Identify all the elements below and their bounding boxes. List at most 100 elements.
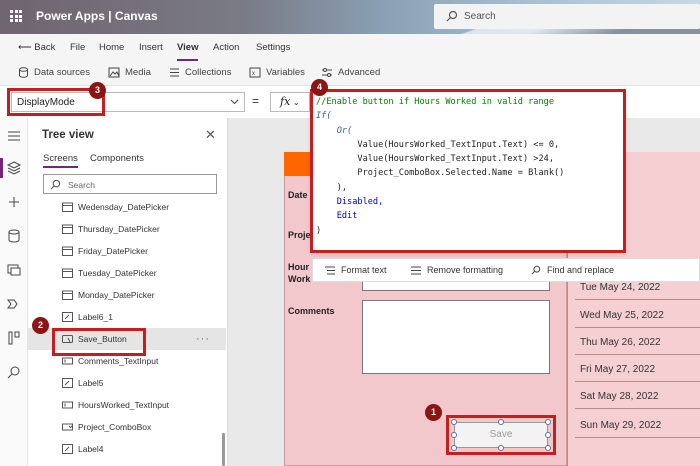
- add-icon[interactable]: [6, 194, 22, 210]
- data-sources-button[interactable]: Data sources: [18, 67, 90, 78]
- format-text-icon: [325, 266, 335, 274]
- callout-badge-3: 3: [89, 82, 106, 99]
- remove-formatting-label: Remove formatting: [427, 265, 504, 275]
- tree-item-project-combobox[interactable]: Project_ComboBox: [28, 416, 226, 438]
- tree-item-label: Label5: [78, 378, 104, 388]
- search-rail-icon[interactable]: [6, 364, 22, 380]
- comments-input[interactable]: [362, 300, 550, 374]
- tree-item-label: Label6_1: [78, 312, 113, 322]
- advanced-button[interactable]: Advanced: [321, 67, 380, 78]
- label-icon: [62, 378, 73, 388]
- more-options-icon[interactable]: ···: [196, 333, 210, 345]
- global-search-placeholder: Search: [464, 11, 496, 22]
- tree-item-label: Tuesday_DatePicker: [78, 268, 157, 278]
- tree-item-label: Label4: [78, 444, 104, 454]
- tree-search-input[interactable]: Search: [43, 174, 217, 194]
- close-icon[interactable]: ✕: [205, 127, 216, 143]
- remove-formatting-button[interactable]: Remove formatting: [411, 265, 503, 275]
- tree-item-tuesday-datepicker[interactable]: Tuesday_DatePicker: [28, 262, 226, 284]
- find-and-replace-button[interactable]: Find and replace: [531, 265, 614, 275]
- callout-badge-4: 4: [311, 79, 328, 96]
- callout-badge-2: 2: [32, 317, 49, 334]
- date-picker-icon: [62, 202, 73, 212]
- media-button[interactable]: Media: [108, 67, 151, 78]
- tree-item-label4[interactable]: Label4: [28, 438, 226, 460]
- tree-item-label5[interactable]: Label5: [28, 372, 226, 394]
- tree-item-label: Friday_DatePicker: [78, 246, 148, 256]
- gallery-date-item[interactable]: Sun May 29, 2022: [575, 414, 700, 438]
- tree-item-wedensday-datepicker[interactable]: Wedensday_DatePicker: [28, 196, 226, 218]
- hamburger-menu-icon[interactable]: [6, 128, 22, 144]
- tab-screens[interactable]: Screens: [43, 153, 78, 168]
- media-icon: [108, 67, 120, 78]
- tree-item-thursday-datepicker[interactable]: Thursday_DatePicker: [28, 218, 226, 240]
- tree-item-monday-datepicker[interactable]: Monday_DatePicker: [28, 284, 226, 306]
- tools-icon[interactable]: [6, 330, 22, 346]
- gallery-date-item[interactable]: Sat May 28, 2022: [575, 385, 700, 409]
- tree-scrollbar[interactable]: [222, 433, 225, 466]
- text-input-icon: [62, 357, 73, 365]
- tab-components[interactable]: Components: [90, 153, 144, 164]
- project-label: Proje: [288, 230, 311, 240]
- global-search-box[interactable]: Search: [434, 4, 700, 29]
- menu-view[interactable]: View: [177, 42, 199, 61]
- power-automate-icon[interactable]: [6, 296, 22, 312]
- format-text-button[interactable]: Format text: [325, 265, 387, 275]
- variables-label: Variables: [266, 67, 305, 78]
- date-picker-icon: [62, 268, 73, 278]
- advanced-settings-icon: [322, 68, 332, 77]
- gallery-date-item[interactable]: Fri May 27, 2022: [575, 358, 700, 382]
- callout-badge-1: 1: [425, 404, 442, 421]
- combo-box-icon: [62, 423, 73, 431]
- media-rail-icon[interactable]: [6, 262, 22, 278]
- chevron-down-icon: [230, 99, 239, 105]
- app-title: Power Apps | Canvas: [36, 9, 158, 23]
- fx-label: fx: [280, 95, 291, 108]
- data-sources-label: Data sources: [34, 67, 90, 78]
- equals-sign: =: [252, 94, 260, 108]
- svg-text:x: x: [252, 71, 255, 77]
- label-icon: [62, 444, 73, 454]
- date-picker-icon: [62, 290, 73, 300]
- database-icon: [19, 67, 28, 78]
- back-label: Back: [34, 42, 56, 53]
- search-icon: [50, 179, 61, 190]
- menu-file[interactable]: File: [70, 42, 85, 53]
- gallery-date-item[interactable]: Wed May 25, 2022: [575, 304, 700, 328]
- menu-settings[interactable]: Settings: [256, 42, 290, 53]
- tree-search-placeholder: Search: [68, 180, 95, 190]
- view-toolbar: Data sources Media Collections x Variabl…: [0, 62, 700, 86]
- tree-item-label: Wedensday_DatePicker: [78, 202, 170, 212]
- left-rail: [0, 118, 28, 466]
- text-input-icon: [62, 401, 73, 409]
- date-picker-icon: [62, 246, 73, 256]
- menu-insert[interactable]: Insert: [139, 42, 163, 53]
- tree-view-title: Tree view: [42, 129, 94, 141]
- format-text-label: Format text: [341, 265, 387, 275]
- gallery-date-item[interactable]: Thu May 26, 2022: [575, 331, 700, 355]
- variables-button[interactable]: x Variables: [249, 67, 305, 78]
- tree-item-friday-datepicker[interactable]: Friday_DatePicker: [28, 240, 226, 262]
- back-arrow-icon: ⟵: [18, 42, 32, 53]
- annotation-box-1: [446, 415, 556, 455]
- database-rail-icon[interactable]: [6, 228, 22, 244]
- active-rail-indicator: [0, 158, 3, 178]
- fx-chevron-icon: ⌄: [290, 98, 300, 107]
- tree-item-label: HoursWorked_TextInput: [78, 400, 170, 410]
- layers-icon[interactable]: [6, 160, 22, 176]
- app-launcher-icon[interactable]: [10, 10, 22, 22]
- advanced-label: Advanced: [338, 67, 381, 78]
- search-icon: [531, 265, 541, 275]
- fx-button[interactable]: fx ⌄: [270, 92, 310, 112]
- back-button[interactable]: ⟵ Back: [18, 42, 55, 53]
- title-bar: Power Apps | Canvas Search: [0, 0, 700, 34]
- variables-icon: x: [249, 67, 261, 78]
- tree-item-label: Project_ComboBox: [78, 422, 152, 432]
- tree-item-hoursworked-textinput[interactable]: HoursWorked_TextInput: [28, 394, 226, 416]
- collections-button[interactable]: Collections: [169, 67, 231, 78]
- find-and-replace-label: Find and replace: [547, 265, 615, 275]
- menu-action[interactable]: Action: [213, 42, 239, 53]
- tree-item-label: Monday_DatePicker: [78, 290, 155, 300]
- menu-home[interactable]: Home: [99, 42, 124, 53]
- tree-item-label6-1[interactable]: Label6_1: [28, 306, 226, 328]
